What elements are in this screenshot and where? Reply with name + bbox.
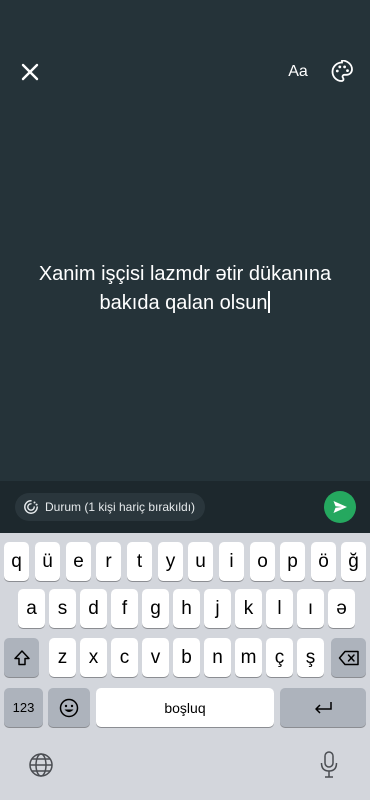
backspace-key[interactable] bbox=[331, 638, 366, 677]
send-button[interactable] bbox=[324, 491, 356, 523]
key-h[interactable]: h bbox=[173, 589, 200, 628]
key-y[interactable]: y bbox=[158, 542, 183, 581]
color-button[interactable] bbox=[328, 58, 356, 86]
send-icon bbox=[333, 501, 347, 513]
dictation-button[interactable] bbox=[316, 749, 342, 781]
status-text-line-2: bakıda qalan olsun bbox=[0, 289, 370, 318]
status-text-line-2-text: bakıda qalan olsun bbox=[99, 292, 268, 314]
microphone-icon bbox=[320, 751, 338, 778]
key-dotless-i[interactable]: ı bbox=[297, 589, 324, 628]
globe-button[interactable] bbox=[27, 751, 55, 779]
key-c-cedilla[interactable]: ç bbox=[266, 638, 293, 677]
audience-label: Durum (1 kişi hariç bırakıldı) bbox=[45, 500, 196, 514]
key-x[interactable]: x bbox=[80, 638, 107, 677]
emoji-icon bbox=[59, 698, 79, 717]
key-m[interactable]: m bbox=[235, 638, 262, 677]
key-j[interactable]: j bbox=[204, 589, 231, 628]
key-u[interactable]: u bbox=[188, 542, 213, 581]
palette-icon bbox=[331, 60, 353, 82]
key-a[interactable]: a bbox=[18, 589, 45, 628]
key-t[interactable]: t bbox=[127, 542, 152, 581]
return-icon bbox=[315, 701, 332, 714]
key-d[interactable]: d bbox=[80, 589, 107, 628]
key-q[interactable]: q bbox=[4, 542, 29, 581]
key-p[interactable]: p bbox=[280, 542, 305, 581]
key-v[interactable]: v bbox=[142, 638, 169, 677]
on-screen-keyboard: q ü e r t y u i o p ö ğ a s d f g h j k … bbox=[0, 533, 370, 800]
status-text-input[interactable]: Xanim işçisi lazmdr ətir dükanına bakıda… bbox=[0, 260, 370, 318]
key-c[interactable]: c bbox=[111, 638, 138, 677]
composer-bar: Durum (1 kişi hariç bırakıldı) bbox=[0, 481, 370, 533]
key-g-breve[interactable]: ğ bbox=[341, 542, 366, 581]
text-cursor bbox=[268, 291, 271, 313]
key-k[interactable]: k bbox=[235, 589, 262, 628]
return-key[interactable] bbox=[280, 688, 366, 727]
audience-selector[interactable]: Durum (1 kişi hariç bırakıldı) bbox=[15, 493, 206, 521]
key-z[interactable]: z bbox=[49, 638, 76, 677]
key-n[interactable]: n bbox=[204, 638, 231, 677]
key-s-cedilla[interactable]: ş bbox=[297, 638, 324, 677]
key-i[interactable]: i bbox=[219, 542, 244, 581]
key-g[interactable]: g bbox=[142, 589, 169, 628]
close-button[interactable] bbox=[15, 57, 45, 87]
key-f[interactable]: f bbox=[111, 589, 138, 628]
key-schwa[interactable]: ə bbox=[328, 589, 355, 628]
key-o-umlaut[interactable]: ö bbox=[311, 542, 336, 581]
key-r[interactable]: r bbox=[96, 542, 121, 581]
font-button[interactable]: Aa bbox=[284, 57, 312, 87]
globe-icon bbox=[29, 753, 53, 777]
key-s[interactable]: s bbox=[49, 589, 76, 628]
close-icon bbox=[21, 63, 39, 81]
status-ring-icon bbox=[24, 500, 38, 514]
shift-key[interactable] bbox=[4, 638, 39, 677]
backspace-icon bbox=[338, 650, 359, 665]
status-text-line-1: Xanim işçisi lazmdr ətir dükanına bbox=[38, 263, 332, 285]
key-o[interactable]: o bbox=[250, 542, 275, 581]
emoji-key[interactable] bbox=[48, 688, 90, 727]
key-b[interactable]: b bbox=[173, 638, 200, 677]
shift-icon bbox=[13, 649, 30, 665]
key-e[interactable]: e bbox=[66, 542, 91, 581]
key-l[interactable]: l bbox=[266, 589, 293, 628]
key-u-umlaut[interactable]: ü bbox=[35, 542, 60, 581]
font-icon: Aa bbox=[288, 63, 308, 80]
space-key[interactable]: boşluq bbox=[96, 688, 274, 727]
top-bar: Aa bbox=[0, 52, 370, 92]
numbers-key[interactable]: 123 bbox=[4, 688, 43, 727]
